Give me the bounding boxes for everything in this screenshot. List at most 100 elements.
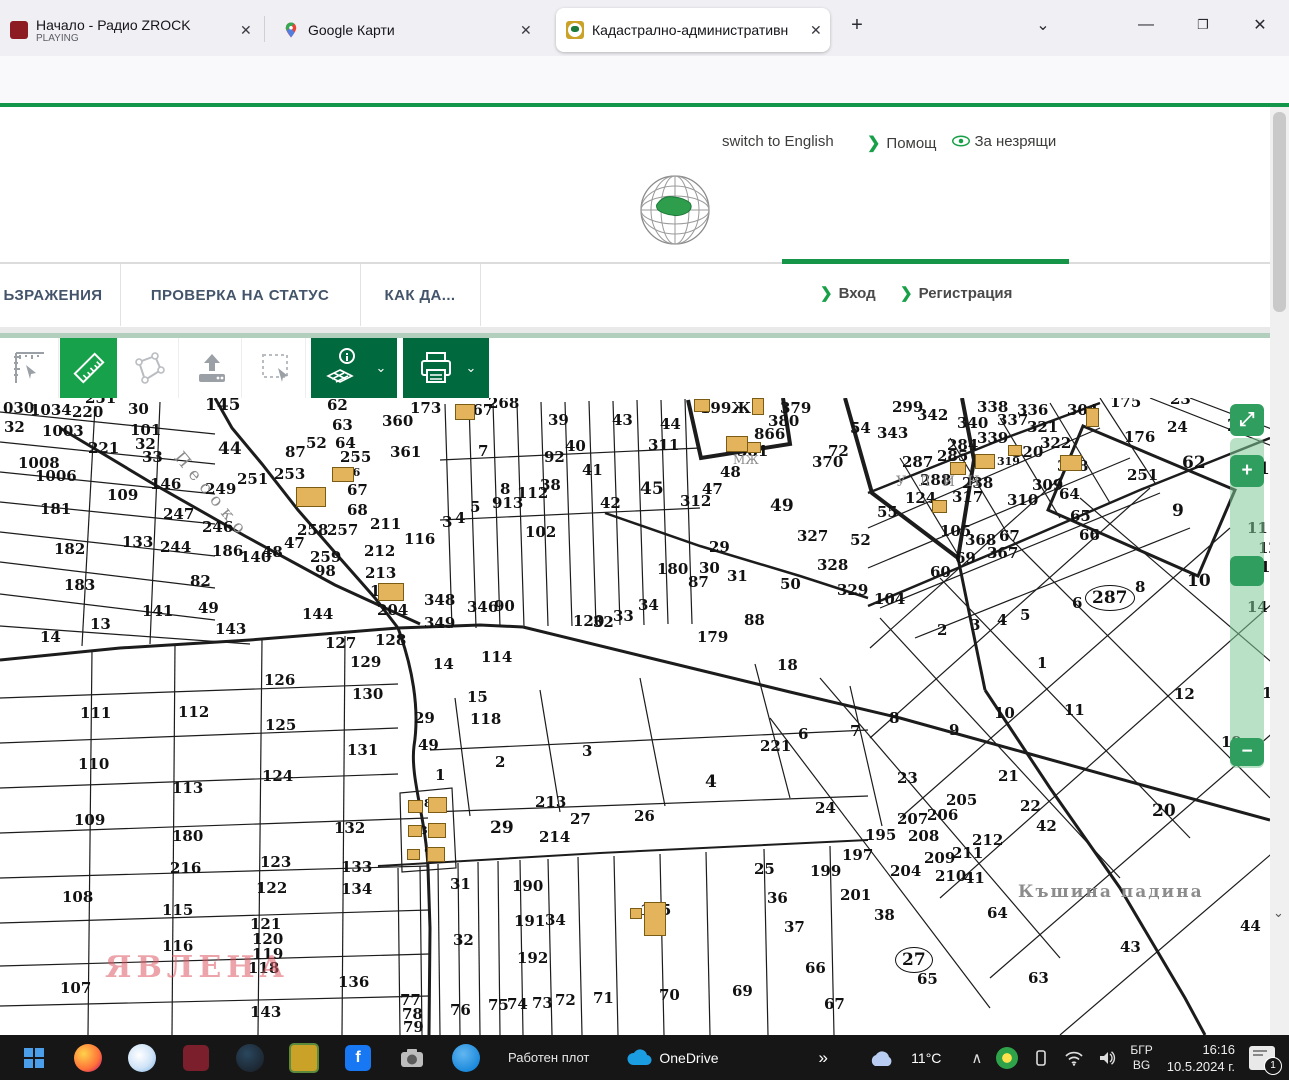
nav-item-how-to[interactable]: КАК ДА... <box>360 264 481 326</box>
parcel-label: 143 <box>250 1003 281 1021</box>
parcel-label: 146 <box>150 475 181 493</box>
parcel-label: 32 <box>593 613 614 631</box>
overflow-chevron[interactable]: » <box>819 1048 828 1068</box>
browser-taskbar-icon[interactable] <box>122 1038 162 1078</box>
parcel-label: 29 <box>709 538 730 556</box>
skype-icon[interactable] <box>446 1038 486 1078</box>
tab-cadastre-active[interactable]: Кадастрално-административн ✕ <box>556 8 830 52</box>
scrollbar-down-arrow[interactable]: ⌄ <box>1273 905 1287 921</box>
parcel-label: 118 <box>470 710 501 728</box>
new-tab-button[interactable]: + <box>840 8 874 42</box>
building <box>428 797 447 813</box>
phone-link-icon[interactable] <box>1032 1049 1050 1067</box>
onedrive-icon[interactable] <box>619 1038 659 1078</box>
parcel-line <box>398 625 523 628</box>
nav-item-status-check[interactable]: ПРОВЕРКА НА СТАТУС <box>120 264 361 326</box>
browser-tab-bar: Начало - Радио ZROCK PLAYING ✕ Google Ка… <box>0 0 1289 56</box>
cadastral-map[interactable]: 0301034251220301456217332100310132221334… <box>0 398 1270 1035</box>
parcel-label: 192 <box>517 949 548 967</box>
parcel-label: 27 <box>570 810 591 828</box>
parcel-label: 244 <box>160 538 191 556</box>
restore-button[interactable]: ❐ <box>1186 8 1220 42</box>
building <box>296 487 326 507</box>
fullscreen-button[interactable]: ⤢ <box>1230 404 1264 436</box>
weather-cloud-icon[interactable] <box>867 1048 897 1068</box>
zoom-slider-track[interactable] <box>1230 438 1264 768</box>
parcel-label: 337 <box>997 411 1028 429</box>
wifi-icon[interactable] <box>1064 1050 1084 1066</box>
select-area-icon <box>258 350 294 386</box>
tab-google-maps[interactable]: Google Карти ✕ <box>272 8 542 52</box>
parcel-label: 44 <box>218 439 242 459</box>
chevron-down-icon: ⌄ <box>376 360 387 376</box>
parcel-label: 25 <box>754 860 775 878</box>
parcel-label: 49 <box>770 496 794 516</box>
radio-favicon <box>10 21 28 39</box>
parcel-label: 82 <box>190 572 211 590</box>
parcel-label: 201 <box>840 886 871 904</box>
help-link[interactable]: ❯Помощ <box>867 133 937 153</box>
parcel-label: 257 <box>327 521 358 539</box>
switch-to-english-link[interactable]: switch to English <box>722 133 834 151</box>
parcel-label: 11 <box>1064 701 1085 719</box>
polygon-tool-button[interactable] <box>120 338 179 398</box>
language-indicator[interactable]: БГРBG <box>1130 1043 1152 1073</box>
select-area-tool-button[interactable] <box>247 338 306 398</box>
printer-icon <box>416 348 456 388</box>
start-button[interactable] <box>14 1038 54 1078</box>
extent-measure-tool-button[interactable] <box>0 338 59 398</box>
login-link[interactable]: ❯Вход <box>820 284 876 302</box>
zoom-slider-handle[interactable] <box>1230 556 1264 586</box>
facebook-icon[interactable]: f <box>338 1038 378 1078</box>
locality-watermark: ЯВЛЕНА <box>105 950 289 985</box>
close-button[interactable]: ✕ <box>1243 8 1277 42</box>
parcel-label: 7 <box>478 442 488 460</box>
building <box>694 399 710 412</box>
parcel-label: 181 <box>40 500 71 518</box>
parcel-label: 342 <box>917 406 948 424</box>
minimize-button[interactable]: — <box>1129 8 1163 42</box>
desktop-label[interactable]: Работен плот <box>508 1050 589 1065</box>
ruler-tool-button[interactable] <box>60 338 117 398</box>
parcel-label: 14 <box>40 628 61 646</box>
firefox-taskbar-icon[interactable] <box>68 1038 108 1078</box>
parcel-label: 339 <box>977 429 1008 447</box>
temperature-label[interactable]: 11°C <box>911 1050 941 1066</box>
register-link[interactable]: ❯Регистрация <box>900 284 1012 302</box>
zoom-out-button[interactable]: − <box>1230 738 1264 766</box>
tab-close-icon[interactable]: ✕ <box>232 18 260 43</box>
layers-info-tool-button[interactable]: ⌄ <box>311 338 397 398</box>
parcel-label: 328 <box>817 556 848 574</box>
parcel-line <box>637 400 644 625</box>
parcel-label: 12 <box>1174 685 1195 703</box>
parcel-label: 125 <box>265 716 296 734</box>
zoom-in-button[interactable]: + <box>1230 455 1264 487</box>
tab-radio[interactable]: Начало - Радио ZROCK PLAYING ✕ <box>0 8 258 52</box>
nav-item-objections[interactable]: ЬЗРАЖЕНИЯ <box>0 264 121 326</box>
scrollbar-thumb[interactable] <box>1273 112 1286 312</box>
onedrive-label[interactable]: OneDrive <box>659 1050 718 1066</box>
cadastre-app-icon[interactable] <box>284 1038 324 1078</box>
camera-app-icon[interactable] <box>392 1038 432 1078</box>
parcel-label: 1003 <box>42 422 84 440</box>
parcel-label: 130 <box>352 685 383 703</box>
building <box>975 454 995 469</box>
antivirus-shield-icon[interactable] <box>996 1047 1018 1069</box>
tab-close-icon[interactable]: ✕ <box>802 18 830 43</box>
clock[interactable]: 16:1610.5.2024 г. <box>1167 1041 1235 1075</box>
accessibility-link[interactable]: За незрящи <box>952 133 1056 151</box>
map-toolbar: ⌄ ⌄ 0 ⌄ <box>0 338 1270 398</box>
parcel-label: 23 <box>897 769 918 787</box>
steam-icon[interactable] <box>230 1038 270 1078</box>
locality-name: Къшина падина <box>1018 882 1204 902</box>
upload-tool-button[interactable] <box>183 338 242 398</box>
hidden-icons-chevron[interactable]: ∧ <box>971 1049 982 1067</box>
parcel-label: 40 <box>565 437 586 455</box>
print-tool-button[interactable]: ⌄ <box>403 338 489 398</box>
notification-center-icon[interactable]: 1 <box>1249 1046 1275 1070</box>
speaker-icon[interactable] <box>1098 1050 1116 1066</box>
tab-close-icon[interactable]: ✕ <box>512 18 540 43</box>
media-app-icon[interactable] <box>176 1038 216 1078</box>
list-tabs-button[interactable]: ⌄ <box>1026 8 1060 42</box>
parcel-label: 255 <box>340 448 371 466</box>
